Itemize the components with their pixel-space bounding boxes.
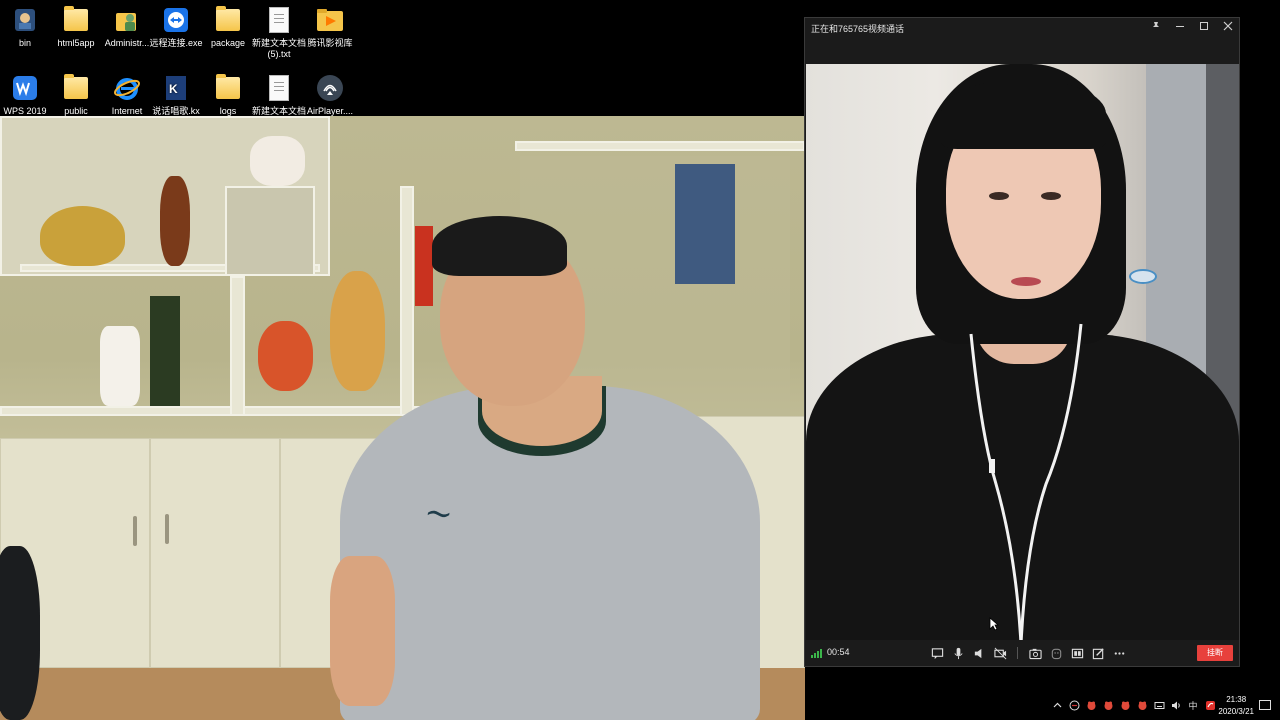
desktop-icon-label: 腾讯影视库 <box>307 38 353 48</box>
clock-time: 21:38 <box>1226 695 1247 704</box>
folder-icon <box>62 74 90 102</box>
notification-icon[interactable] <box>1259 700 1271 710</box>
desktop-icon-airplayer[interactable]: AirPlayer.... <box>299 74 361 117</box>
text-file-icon <box>265 6 293 34</box>
video-folder-icon <box>316 6 344 34</box>
more-icon[interactable] <box>1111 645 1127 661</box>
chat-icon[interactable] <box>929 645 945 661</box>
call-toolbar: 00:54 挂断 <box>805 640 1239 666</box>
pin-icon[interactable] <box>1149 21 1163 35</box>
app-tray-icon[interactable] <box>1085 699 1097 711</box>
microphone-icon[interactable] <box>950 645 966 661</box>
app-tray-icon[interactable] <box>1119 699 1131 711</box>
airplayer-icon <box>316 74 344 102</box>
folder-icon <box>214 74 242 102</box>
desktop-icon-label: 远程连接.exe <box>149 38 203 48</box>
desktop-icon-label: html5app <box>57 38 95 48</box>
system-tray: 中 <box>1051 699 1216 711</box>
signal-strength-icon <box>811 649 822 658</box>
clock-date: 2020/3/21 <box>1218 707 1254 716</box>
teamviewer-icon <box>162 6 190 34</box>
ime-icon[interactable]: 中 <box>1187 699 1199 711</box>
call-timer: 00:54 <box>827 647 850 657</box>
video-call-window: 正在和765765视频通话 00:54 挂断 <box>804 17 1240 667</box>
keyboard-icon[interactable] <box>1153 699 1165 711</box>
camera-off-icon[interactable] <box>992 645 1008 661</box>
folder-icon <box>62 6 90 34</box>
folder-icon <box>214 6 242 34</box>
beauty-icon[interactable] <box>1048 645 1064 661</box>
toolbar-divider <box>1017 647 1018 659</box>
desktop-icon-tencent-video[interactable]: 腾讯影视库 <box>299 6 361 49</box>
call-title: 正在和765765视频通话 <box>811 23 905 34</box>
remote-video <box>806 64 1239 641</box>
chevron-up-icon[interactable] <box>1051 699 1063 711</box>
desktop-icon-label: bin <box>18 38 31 48</box>
local-webcam-video: ~ <box>0 116 805 720</box>
speaker-icon[interactable] <box>971 645 987 661</box>
kx-file-icon: K <box>162 74 190 102</box>
app-tray-icon[interactable] <box>1102 699 1114 711</box>
svg-text:K: K <box>169 82 178 96</box>
app-tray-icon[interactable] <box>1136 699 1148 711</box>
desktop-icon-label: package <box>210 38 246 48</box>
user-folder-icon <box>113 6 141 34</box>
hangup-button[interactable]: 挂断 <box>1197 645 1233 661</box>
desktop-icon-label: Administr... <box>104 38 150 48</box>
wps-icon <box>11 74 39 102</box>
mouse-cursor-icon <box>989 617 999 631</box>
taskbar: 中 21:38 2020/3/21 <box>805 690 1280 720</box>
minimize-icon[interactable] <box>1173 21 1187 35</box>
volume-icon[interactable] <box>1170 699 1182 711</box>
antivirus-icon[interactable] <box>1204 699 1216 711</box>
ie-icon <box>113 74 141 102</box>
text-file-icon <box>265 74 293 102</box>
edit-icon[interactable] <box>1090 645 1106 661</box>
call-titlebar: 正在和765765视频通话 <box>805 18 1239 38</box>
maximize-icon[interactable] <box>1197 21 1211 35</box>
network-icon[interactable] <box>1068 699 1080 711</box>
layout-icon[interactable] <box>1069 645 1085 661</box>
screen: bin html5app Administr... 远程连接.exe packa… <box>0 0 1280 720</box>
taskbar-clock[interactable]: 21:38 2020/3/21 <box>1218 694 1254 718</box>
bin-app-icon <box>11 6 39 34</box>
screenshot-icon[interactable] <box>1027 645 1043 661</box>
close-icon[interactable] <box>1221 21 1235 35</box>
